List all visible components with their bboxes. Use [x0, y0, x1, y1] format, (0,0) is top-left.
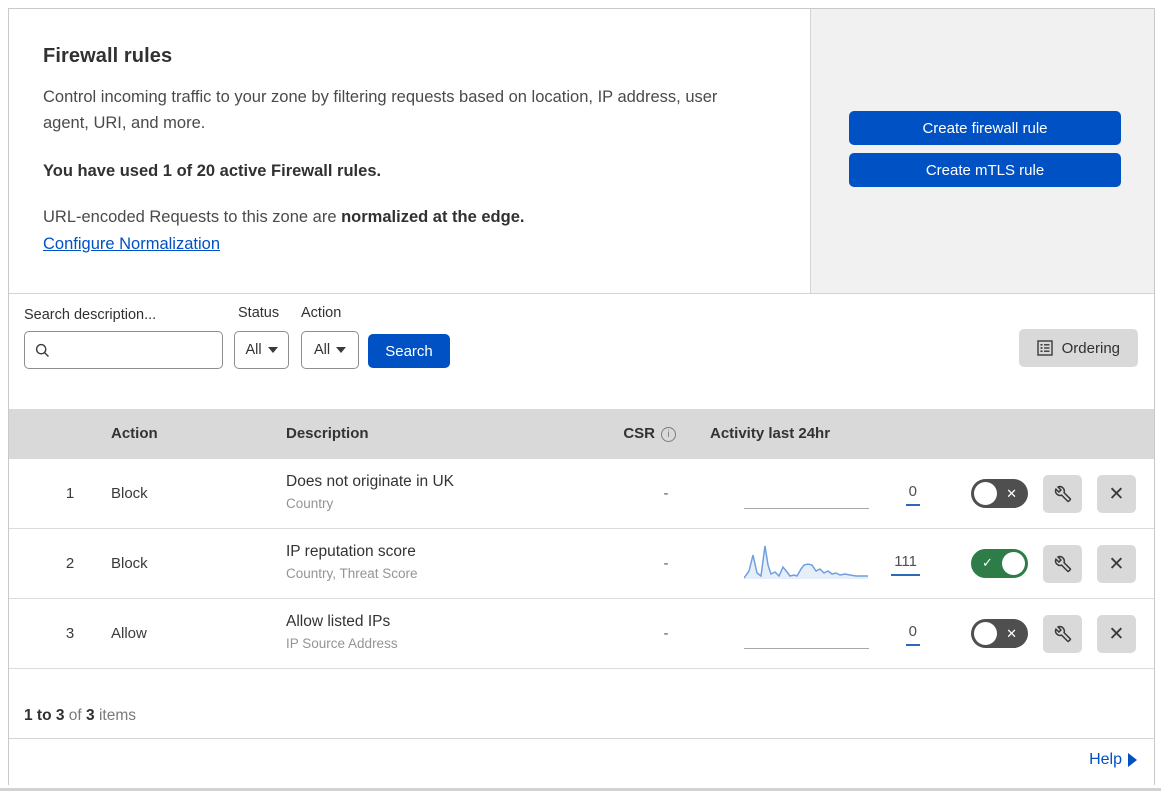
activity-sparkline — [744, 473, 869, 511]
csr-value: - — [663, 555, 669, 572]
toggle-knob — [1002, 551, 1025, 575]
edit-rule-button[interactable] — [1043, 545, 1082, 583]
page-title: Firewall rules — [43, 45, 173, 67]
activity-count-link[interactable]: 0 — [905, 483, 920, 506]
toggle-state-icon: ✓ — [982, 555, 993, 570]
firewall-rules-page: Firewall rules Control incoming traffic … — [0, 0, 1161, 791]
close-icon: ✕ — [1108, 483, 1125, 505]
filter-bar: Search description... Status Action All … — [9, 294, 1154, 409]
activity-sparkline — [744, 543, 869, 581]
create-firewall-rule-button[interactable]: Create firewall rule — [849, 111, 1121, 145]
rule-action: Allow — [111, 625, 147, 642]
activity-count-link[interactable]: 0 — [905, 623, 920, 646]
chevron-down-icon — [267, 347, 278, 353]
activity-count-wrap: 111 — [854, 529, 920, 599]
status-toggle[interactable]: ✕ — [971, 619, 1028, 648]
table-footer: 1 to 3 of 3 items — [9, 669, 1154, 739]
wrench-icon — [1054, 555, 1071, 573]
rule-fields: IP Source Address — [286, 636, 398, 651]
rule-priority: 1 — [65, 485, 75, 502]
activity-sparkline — [744, 613, 869, 651]
csr-value: - — [663, 625, 669, 642]
delete-rule-button[interactable]: ✕ — [1097, 615, 1136, 653]
normalization-line: URL-encoded Requests to this zone are no… — [43, 208, 770, 227]
list-icon — [1036, 340, 1053, 356]
sparkline-flat — [744, 648, 869, 649]
rule-fields: Country — [286, 496, 334, 511]
edit-rule-button[interactable] — [1043, 475, 1082, 513]
rule-description: Does not originate in UK Country — [286, 473, 454, 511]
table-header: Action Description CSR i Activity last 2… — [9, 409, 1154, 459]
search-input-container — [24, 331, 223, 369]
sparkline-flat — [744, 508, 869, 509]
normalization-bold: normalized at the edge. — [341, 208, 525, 226]
rule-description: Allow listed IPs IP Source Address — [286, 613, 398, 651]
pagination-summary: 1 to 3 of 3 items — [24, 707, 137, 724]
delete-rule-button[interactable]: ✕ — [1097, 475, 1136, 513]
ordering-button[interactable]: Ordering — [1018, 329, 1138, 367]
help-link[interactable]: Help — [1089, 751, 1137, 769]
search-label: Search description... — [24, 307, 157, 323]
wrench-icon — [1054, 625, 1071, 643]
chevron-down-icon — [336, 347, 347, 353]
table-row: 3 Allow Allow listed IPs IP Source Addre… — [9, 599, 1154, 669]
edit-rule-button[interactable] — [1043, 615, 1082, 653]
column-header-description: Description — [286, 425, 369, 442]
search-icon — [35, 343, 49, 357]
column-header-activity: Activity last 24hr — [710, 425, 831, 442]
rule-priority: 2 — [65, 555, 75, 572]
column-header-csr: CSR — [623, 425, 655, 442]
rule-description-title: Allow listed IPs — [286, 613, 391, 630]
configure-normalization-link[interactable]: Configure Normalization — [43, 235, 220, 254]
table-row: 1 Block Does not originate in UK Country… — [9, 459, 1154, 529]
csr-value: - — [663, 485, 669, 502]
toggle-state-icon: ✕ — [1006, 626, 1017, 641]
delete-rule-button[interactable]: ✕ — [1097, 545, 1136, 583]
search-input[interactable] — [58, 342, 208, 358]
rule-description-title: Does not originate in UK — [286, 473, 455, 490]
wrench-icon — [1054, 485, 1071, 503]
rule-action: Block — [111, 485, 148, 502]
rule-description: IP reputation score Country, Threat Scor… — [286, 543, 418, 581]
arrow-right-icon — [1128, 753, 1137, 767]
rule-description-title: IP reputation score — [286, 543, 416, 560]
firewall-rules-panel: Firewall rules Control incoming traffic … — [8, 8, 1155, 785]
header-section: Firewall rules Control incoming traffic … — [9, 9, 1154, 294]
info-icon[interactable]: i — [661, 427, 676, 442]
close-icon: ✕ — [1108, 553, 1125, 575]
status-select[interactable]: All — [234, 331, 289, 369]
rule-action: Block — [111, 555, 148, 572]
status-label: Status — [238, 305, 280, 321]
action-select[interactable]: All — [301, 331, 359, 369]
status-toggle[interactable]: ✓ — [971, 549, 1028, 578]
normalization-text: URL-encoded Requests to this zone are — [43, 208, 342, 226]
table-row: 2 Block IP reputation score Country, Thr… — [9, 529, 1154, 599]
rule-priority: 3 — [65, 625, 75, 642]
usage-summary: You have used 1 of 20 active Firewall ru… — [43, 162, 382, 180]
help-bar: Help — [9, 739, 1154, 785]
close-icon: ✕ — [1108, 623, 1125, 645]
header-description-area: Firewall rules Control incoming traffic … — [9, 9, 811, 293]
status-toggle[interactable]: ✕ — [971, 479, 1028, 508]
action-label: Action — [301, 305, 342, 321]
toggle-knob — [974, 482, 997, 505]
create-mtls-rule-button[interactable]: Create mTLS rule — [849, 153, 1121, 187]
activity-count-link[interactable]: 111 — [891, 553, 920, 576]
rule-fields: Country, Threat Score — [286, 566, 418, 581]
activity-count-wrap: 0 — [854, 599, 920, 669]
toggle-knob — [974, 622, 997, 645]
header-actions-panel: Create firewall rule Create mTLS rule — [811, 9, 1154, 293]
toggle-state-icon: ✕ — [1006, 486, 1017, 501]
page-description: Control incoming traffic to your zone by… — [43, 88, 718, 132]
search-button[interactable]: Search — [368, 334, 450, 368]
activity-count-wrap: 0 — [854, 459, 920, 529]
column-header-action: Action — [111, 425, 158, 442]
